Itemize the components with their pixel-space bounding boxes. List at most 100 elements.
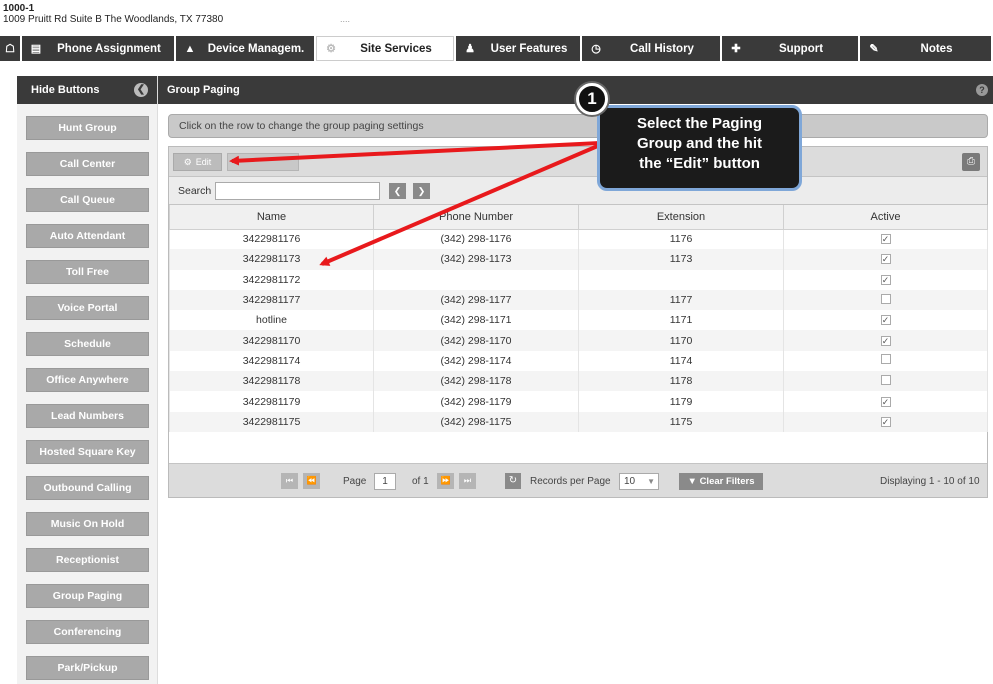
collapse-icon[interactable]: ❮ (134, 83, 148, 97)
cell-name: 3422981170 (169, 330, 374, 351)
tab-home[interactable]: ☖ (0, 36, 20, 61)
checkbox-checked-icon: ✓ (880, 335, 891, 346)
checkbox-checked-icon: ✓ (880, 416, 891, 427)
wrench-icon: ✚ (731, 43, 741, 55)
sidebar-item-hosted-square-key[interactable]: Hosted Square Key (26, 440, 149, 464)
cell-active: ✓ (783, 330, 988, 351)
sidebar-item-schedule[interactable]: Schedule (26, 332, 149, 356)
filter-icon: ▼ (687, 476, 697, 487)
cell-extension: 1174 (578, 350, 784, 372)
table-row[interactable]: 3422981177 (342) 298-1177 1177 (169, 289, 988, 311)
sidebar-item-office-anywhere[interactable]: Office Anywhere (26, 368, 149, 392)
last-page-icon[interactable]: ⏭ (459, 473, 476, 489)
cell-extension: 1173 (578, 249, 784, 270)
checkbox-checked-icon: ✓ (880, 274, 891, 285)
tab-call-history[interactable]: ◷ Call History (582, 36, 720, 61)
bell-icon: ▲ (184, 42, 196, 55)
records-per-page-select[interactable]: 10 ▼ (619, 473, 659, 490)
column-header-phone[interactable]: Phone Number (373, 205, 579, 230)
sidebar-item-call-queue[interactable]: Call Queue (26, 188, 149, 212)
pencil-icon: ✎ (869, 43, 879, 55)
disabled-toolbar-button[interactable] (227, 153, 299, 171)
hide-buttons-header[interactable]: Hide Buttons ❮ (17, 76, 157, 104)
tab-support[interactable]: ✚ Support (722, 36, 858, 61)
help-icon[interactable]: ? (976, 84, 988, 96)
sidebar-item-music-on-hold[interactable]: Music On Hold (26, 512, 149, 536)
sidebar-item-call-center[interactable]: Call Center (26, 152, 149, 176)
sidebar-item-voice-portal[interactable]: Voice Portal (26, 296, 149, 320)
cell-name: 3422981178 (169, 371, 374, 392)
records-per-page-label: Records per Page (530, 476, 611, 487)
cell-phone: (342) 298-1176 (373, 229, 579, 250)
cell-phone: (342) 298-1177 (373, 289, 579, 311)
table-row[interactable]: 3422981175 (342) 298-1175 1175 ✓ (169, 411, 988, 432)
cell-active (783, 371, 988, 392)
cell-phone: (342) 298-1171 (373, 310, 579, 331)
table-row[interactable]: 3422981172 ✓ (169, 269, 988, 290)
table-row[interactable]: 3422981176 (342) 298-1176 1176 ✓ (169, 229, 988, 250)
table-row[interactable]: 3422981173 (342) 298-1173 1173 ✓ (169, 249, 988, 270)
column-header-name[interactable]: Name (169, 205, 374, 230)
column-header-extension[interactable]: Extension (578, 205, 784, 230)
first-page-icon[interactable]: ⏮ (281, 473, 298, 489)
tab-label: Phone Assignment (57, 42, 161, 55)
cell-name: 3422981177 (169, 289, 374, 311)
next-page-icon[interactable]: ⏩ (437, 473, 454, 489)
cell-active: ✓ (783, 391, 988, 412)
sidebar-item-conferencing[interactable]: Conferencing (26, 620, 149, 644)
account-number: 1000-1 (3, 3, 35, 14)
cell-name: 3422981172 (169, 269, 374, 290)
tab-notes[interactable]: ✎ Notes (860, 36, 991, 61)
prev-page-icon[interactable]: ⏪ (303, 473, 320, 489)
cell-phone: (342) 298-1174 (373, 350, 579, 372)
cell-name: hotline (169, 310, 374, 331)
table-row[interactable]: 3422981178 (342) 298-1178 1178 (169, 371, 988, 392)
column-header-active[interactable]: Active (783, 205, 988, 230)
sidebar-item-park-pickup[interactable]: Park/Pickup (26, 656, 149, 680)
list-icon: ▤ (30, 43, 42, 55)
cell-phone: (342) 298-1173 (373, 249, 579, 270)
next-arrow-icon[interactable]: ❯ (413, 183, 430, 199)
checkbox-unchecked-icon (880, 293, 891, 304)
clear-filters-button[interactable]: ▼ Clear Filters (679, 473, 763, 490)
pager: ⏮ ⏪ Page 1 of 1 ⏩ ⏭ ↻ Records per Page 1… (169, 463, 987, 497)
table-row[interactable]: hotline (342) 298-1171 1171 ✓ (169, 310, 988, 331)
table-row[interactable]: 3422981179 (342) 298-1179 1179 ✓ (169, 391, 988, 412)
refresh-icon[interactable]: ↻ (505, 473, 521, 489)
edit-button[interactable]: ⚙ Edit (173, 153, 222, 171)
tab-site-services[interactable]: ⚙ Site Services (316, 36, 454, 61)
grid-toolbar: ⚙ Edit ⎙ (169, 147, 987, 177)
page-input[interactable]: 1 (374, 473, 396, 490)
edit-label: Edit (195, 157, 212, 167)
table-row[interactable]: 3422981170 (342) 298-1170 1170 ✓ (169, 330, 988, 351)
sidebar-item-group-paging[interactable]: Group Paging (26, 584, 149, 608)
cell-phone: (342) 298-1179 (373, 391, 579, 412)
sidebar-item-lead-numbers[interactable]: Lead Numbers (26, 404, 149, 428)
displaying-count: Displaying 1 - 10 of 10 (880, 476, 980, 487)
hide-buttons-label: Hide Buttons (31, 84, 100, 96)
step-number-badge: 1 (576, 83, 608, 115)
table-row[interactable]: 3422981174 (342) 298-1174 1174 (169, 350, 988, 372)
top-nav: ☖ ▤ Phone Assignment ▲ Device Managem. ⚙… (0, 36, 993, 61)
tab-device-management[interactable]: ▲ Device Managem. (176, 36, 314, 61)
prev-arrow-icon[interactable]: ❮ (389, 183, 406, 199)
checkbox-checked-icon: ✓ (880, 396, 891, 407)
print-icon[interactable]: ⎙ (962, 153, 980, 171)
cell-extension: 1177 (578, 289, 784, 311)
cell-active: ✓ (783, 249, 988, 270)
cell-extension: 1178 (578, 371, 784, 392)
tab-user-features[interactable]: ♟ User Features (456, 36, 580, 61)
tab-phone-assignment[interactable]: ▤ Phone Assignment (22, 36, 174, 61)
sidebar-item-receptionist[interactable]: Receptionist (26, 548, 149, 572)
clock-icon: ◷ (591, 43, 601, 55)
sidebar-item-toll-free[interactable]: Toll Free (26, 260, 149, 284)
checkbox-unchecked-icon (880, 354, 891, 365)
cell-phone: (342) 298-1178 (373, 371, 579, 392)
sidebar-item-auto-attendant[interactable]: Auto Attendant (26, 224, 149, 248)
sidebar-item-hunt-group[interactable]: Hunt Group (26, 116, 149, 140)
search-input[interactable] (215, 182, 380, 200)
cell-active (783, 350, 988, 372)
sidebar-item-outbound-calling[interactable]: Outbound Calling (26, 476, 149, 500)
home-icon: ☖ (5, 43, 15, 55)
page-of-label: of 1 (412, 476, 429, 487)
